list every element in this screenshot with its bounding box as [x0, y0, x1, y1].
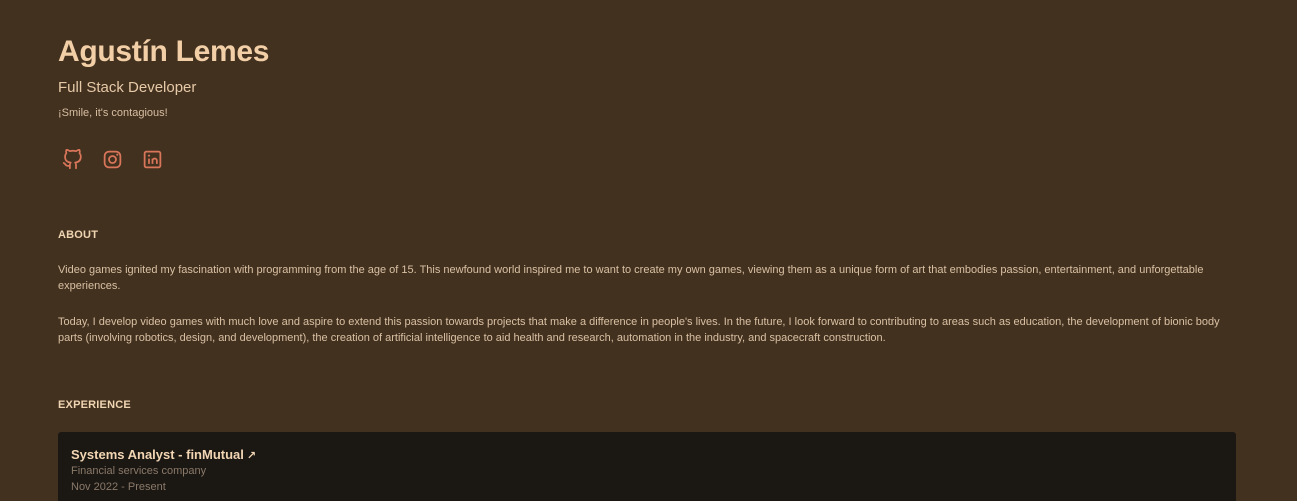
about-paragraph-1: Video games ignited my fascination with …: [58, 264, 1204, 292]
experience-card[interactable]: Systems Analyst - finMutual ↗ Financial s…: [58, 432, 1236, 501]
linkedin-icon: [143, 150, 162, 169]
about-heading: ABOUT: [58, 229, 99, 241]
profile-name: Agustín Lemes: [58, 35, 270, 68]
profile-role: Full Stack Developer: [58, 79, 197, 96]
instagram-icon: [103, 150, 122, 169]
experience-description: Financial services company: [71, 465, 207, 477]
profile-tagline: ¡Smile, it's contagious!: [58, 107, 168, 119]
external-link-arrow-icon: ↗: [246, 450, 257, 462]
experience-title-link[interactable]: Systems Analyst - finMutual ↗: [71, 447, 256, 462]
experience-period: Nov 2022 - Present: [71, 481, 166, 493]
about-paragraph-2: Today, I develop video games with much l…: [58, 316, 1220, 344]
github-icon: [62, 149, 82, 170]
github-link[interactable]: [62, 149, 83, 170]
experience-title: Systems Analyst - finMutual: [71, 447, 244, 462]
social-links: [62, 149, 163, 171]
experience-heading: EXPERIENCE: [58, 399, 131, 411]
portfolio-page: Agustín Lemes Full Stack Developer ¡Smil…: [0, 0, 1297, 501]
instagram-link[interactable]: [102, 149, 123, 170]
linkedin-link[interactable]: [142, 149, 163, 170]
